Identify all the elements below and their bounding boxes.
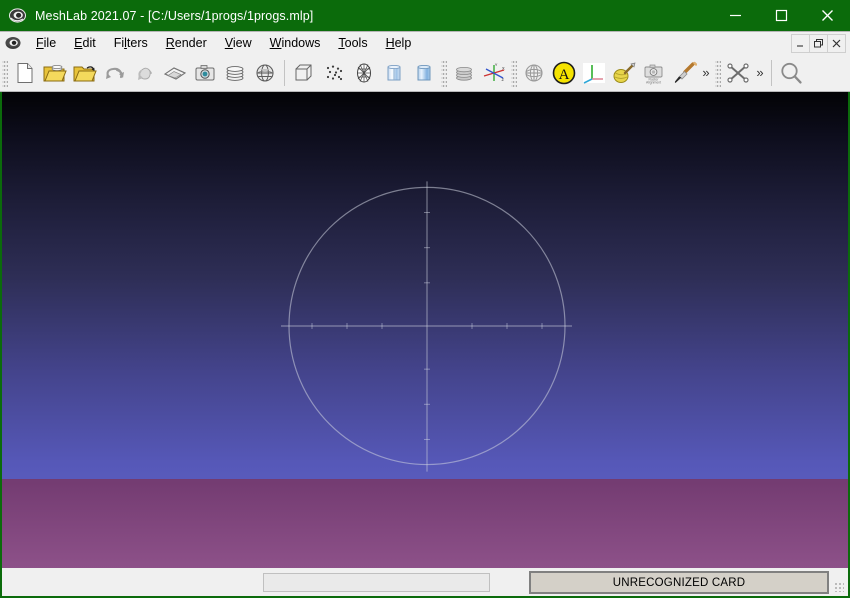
viewport-container — [0, 92, 850, 568]
window-title: MeshLab 2021.07 - [C:/Users/1progs/1prog… — [35, 8, 314, 23]
paint-ball-icon[interactable] — [609, 58, 639, 88]
toolbar-separator-2 — [771, 59, 772, 86]
menu-windows-label: indows — [281, 36, 321, 50]
flat-shading-icon[interactable] — [409, 58, 439, 88]
points-cloud-icon[interactable] — [319, 58, 349, 88]
toolbar-grip-3[interactable] — [511, 58, 517, 87]
meshlab-main-window: MeshLab 2021.07 - [C:/Users/1progs/1prog… — [0, 0, 850, 598]
camera-align-icon[interactable]: Raster Alignment — [639, 58, 669, 88]
open-project-icon[interactable] — [40, 58, 70, 88]
toolbar-overflow-1[interactable]: » — [699, 58, 713, 88]
search-magnifier-icon[interactable] — [776, 58, 806, 88]
snapshot-camera-icon[interactable] — [190, 58, 220, 88]
toolbar-overflow-2[interactable]: » — [753, 58, 767, 88]
main-toolbar: Y X Z A Raster Alignment » » — [0, 54, 850, 92]
flatten-layers-icon[interactable] — [160, 58, 190, 88]
flat-lines-icon[interactable] — [379, 58, 409, 88]
axis-vectors-icon[interactable]: Y X Z — [479, 58, 509, 88]
menu-windows[interactable]: Windows — [261, 33, 330, 53]
svg-text:A: A — [559, 67, 570, 83]
menu-file[interactable]: File — [27, 33, 65, 53]
window-controls — [712, 0, 850, 31]
paintbrush-icon[interactable] — [669, 58, 699, 88]
mdi-minimize-button[interactable] — [791, 34, 810, 53]
menu-view-label: iew — [232, 36, 252, 50]
toolbar-grip-4[interactable] — [715, 58, 721, 87]
mdi-restore-button[interactable] — [809, 34, 828, 53]
layers-stack-icon[interactable] — [220, 58, 250, 88]
mdi-window-controls — [791, 34, 846, 53]
status-bar: UNRECOGNIZED CARD — [0, 568, 850, 598]
maximize-button[interactable] — [758, 0, 804, 31]
status-message-field[interactable] — [263, 573, 490, 592]
menu-edit-label: dit — [82, 36, 96, 50]
sphere-wireframe-icon[interactable] — [519, 58, 549, 88]
title-bar: MeshLab 2021.07 - [C:/Users/1progs/1prog… — [0, 0, 850, 31]
xyz-axis-icon[interactable] — [579, 58, 609, 88]
status-card-panel: UNRECOGNIZED CARD — [529, 571, 829, 594]
meshlab-swirl-icon — [9, 7, 26, 24]
align-scissors-icon[interactable] — [723, 58, 753, 88]
globe-grid-icon[interactable] — [250, 58, 280, 88]
minimize-button[interactable] — [712, 0, 758, 31]
wireframe-icon[interactable] — [349, 58, 379, 88]
letter-a-circle-icon[interactable]: A — [549, 58, 579, 88]
toolbar-grip-2[interactable] — [441, 58, 447, 87]
resize-grip-icon[interactable] — [834, 582, 844, 592]
menu-file-label: ile — [43, 36, 57, 50]
toolbar-grip[interactable] — [2, 58, 8, 87]
menu-edit[interactable]: Edit — [65, 33, 105, 53]
menu-help[interactable]: Help — [377, 33, 421, 53]
mdi-close-button[interactable] — [827, 34, 846, 53]
layers-grey-icon[interactable] — [449, 58, 479, 88]
bounding-box-icon[interactable] — [289, 58, 319, 88]
svg-text:Alignment: Alignment — [646, 80, 661, 84]
meshlab-swirl-icon-small — [5, 35, 21, 51]
menu-filters-label: ters — [126, 36, 148, 50]
svg-text:Y: Y — [495, 62, 498, 67]
reload-icon[interactable] — [100, 58, 130, 88]
new-document-icon[interactable] — [10, 58, 40, 88]
menu-bar: File Edit Filters Render View Windows To… — [0, 31, 850, 54]
menu-tools[interactable]: Tools — [329, 33, 376, 53]
menu-render[interactable]: Render — [157, 33, 216, 53]
svg-text:X: X — [502, 65, 505, 70]
menu-help-label: elp — [394, 36, 412, 50]
undo-hand-icon[interactable] — [130, 58, 160, 88]
open-mesh-icon[interactable] — [70, 58, 100, 88]
svg-text:Z: Z — [502, 77, 505, 82]
trackball-manipulator[interactable] — [2, 92, 848, 568]
menu-filters-pre: Fi — [113, 36, 125, 50]
menu-render-label: ender — [174, 36, 207, 50]
toolbar-separator — [284, 59, 285, 86]
close-button[interactable] — [804, 0, 850, 31]
menu-tools-label: ools — [344, 36, 368, 50]
3d-viewport[interactable] — [2, 92, 848, 568]
menu-filters[interactable]: Filters — [105, 33, 157, 53]
menu-view[interactable]: View — [216, 33, 261, 53]
